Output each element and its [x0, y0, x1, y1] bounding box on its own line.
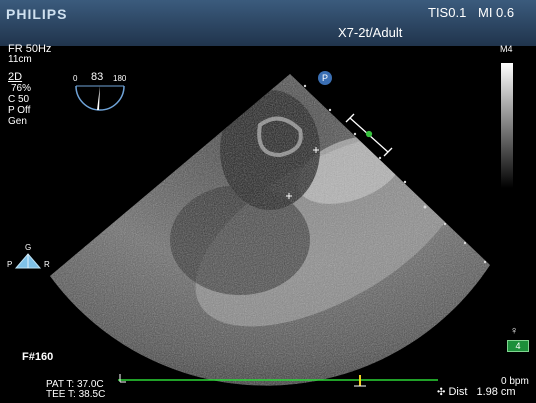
- mi-value: MI 0.6: [478, 5, 515, 20]
- compression-value: C 50: [8, 94, 30, 105]
- orientation-left: P: [7, 260, 13, 269]
- grayscale-bar: [501, 63, 513, 188]
- ultrasound-screen: PHILIPS TIS0.1 MI 0.6 X7-2t/Adult FR 50H…: [0, 0, 536, 403]
- angle-value: 83: [91, 71, 104, 83]
- power-value: P Off: [8, 105, 31, 116]
- measure-value: 1.98 cm: [476, 386, 516, 398]
- marker-glyph: ♀: [510, 325, 519, 337]
- measure-label: Dist: [448, 386, 468, 398]
- mode-label: 2D: [8, 71, 23, 83]
- p-position-icon: P: [318, 71, 332, 85]
- ecg-trace-icon: [118, 374, 438, 387]
- probe-label: X7-2t/Adult: [338, 25, 403, 40]
- angle-indicator: 0 83 180: [72, 72, 128, 121]
- marker-badge: 4: [507, 340, 529, 352]
- orientation-right: R: [44, 260, 50, 269]
- preset-value: Gen: [8, 116, 27, 127]
- temperature-readout: PAT T: 37.0C TEE T: 38.5C: [46, 380, 105, 400]
- header-bar: PHILIPS TIS0.1 MI 0.6 X7-2t/Adult: [0, 0, 536, 46]
- ultrasound-image: [50, 74, 490, 386]
- measurement-readout: ✣ Dist 1.98 cm: [437, 386, 516, 398]
- grayscale-label: M4: [500, 44, 513, 54]
- measure-cross-icon: ✣: [437, 387, 446, 398]
- tis-value: TIS0.1: [428, 5, 467, 20]
- orientation-icon: G P R: [0, 243, 50, 281]
- tee-temp: TEE T: 38.5C: [46, 389, 106, 400]
- depth-value: 11cm: [8, 54, 32, 65]
- gain-value: 76%: [11, 83, 32, 94]
- angle-min: 0: [73, 74, 78, 83]
- orientation-top: G: [25, 243, 32, 252]
- frame-number: F#160: [22, 351, 54, 363]
- brand-logo: PHILIPS: [6, 6, 68, 22]
- angle-max: 180: [113, 74, 127, 83]
